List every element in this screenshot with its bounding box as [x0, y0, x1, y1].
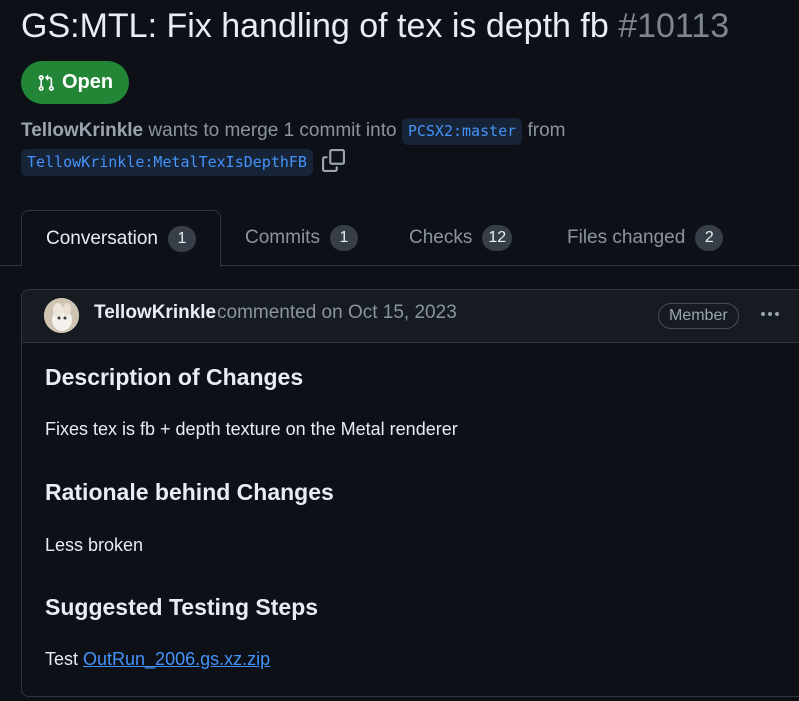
- state-label: Open: [61, 71, 114, 93]
- tab-label: Commits: [245, 227, 320, 248]
- test-prefix: Test: [45, 649, 84, 669]
- comment-timestamp[interactable]: commented on Oct 15, 2023: [217, 302, 457, 324]
- state-badge: Open: [21, 61, 129, 104]
- tab-counter: 2: [695, 225, 724, 251]
- head-branch[interactable]: TellowKrinkle:MetalTexIsDepthFB: [21, 149, 313, 176]
- comment-author[interactable]: TellowKrinkle: [94, 302, 216, 324]
- attachment-link[interactable]: OutRun_2006.gs.xz.zip: [83, 649, 270, 669]
- pr-meta: TellowKrinkle wants to merge 1 commit in…: [21, 115, 721, 182]
- pr-title-text: GS:MTL: Fix handling of tex is depth fb: [21, 7, 609, 45]
- git-pull-request-icon: [37, 73, 55, 93]
- tab-label: Conversation: [46, 227, 158, 249]
- tab-counter: 1: [167, 225, 196, 252]
- section-text: Less broken: [45, 535, 144, 555]
- role-badge: Member: [658, 303, 739, 329]
- tab-conversation[interactable]: Conversation 1: [21, 210, 221, 267]
- section-heading: Rationale behind Changes: [45, 479, 334, 505]
- from-text: from: [527, 120, 566, 141]
- pr-author-link[interactable]: TellowKrinkle: [21, 120, 143, 141]
- copy-icon[interactable]: [322, 149, 346, 182]
- merge-text: wants to merge 1 commit into: [148, 120, 397, 141]
- pr-title: GS:MTL: Fix handling of tex is depth fb …: [21, 4, 729, 48]
- comment-box: TellowKrinkle commented on Oct 15, 2023 …: [21, 289, 799, 697]
- section-text: Test OutRun_2006.gs.xz.zip: [45, 649, 270, 670]
- tab-label: Checks: [409, 227, 473, 248]
- tab-label: Files changed: [567, 227, 686, 248]
- tab-checks[interactable]: Checks 12: [385, 210, 536, 266]
- pr-tabs: Conversation 1 Commits 1 Checks 12 Files…: [0, 210, 799, 267]
- kebab-icon[interactable]: [757, 302, 783, 326]
- section-heading: Description of Changes: [45, 364, 304, 390]
- section-heading: Suggested Testing Steps: [45, 594, 319, 620]
- base-branch[interactable]: PCSX2:master: [401, 118, 523, 145]
- avatar[interactable]: [44, 298, 79, 333]
- tab-files-changed[interactable]: Files changed 2: [543, 210, 747, 266]
- pull-request-page: GS:MTL: Fix handling of tex is depth fb …: [0, 0, 799, 701]
- comment-header: TellowKrinkle commented on Oct 15, 2023 …: [22, 290, 799, 343]
- tab-counter: 12: [482, 225, 513, 251]
- tab-commits[interactable]: Commits 1: [221, 210, 382, 266]
- pr-number: #10113: [618, 7, 730, 45]
- tab-counter: 1: [329, 225, 358, 251]
- section-text: Fixes tex is fb + depth texture on the M…: [45, 419, 458, 439]
